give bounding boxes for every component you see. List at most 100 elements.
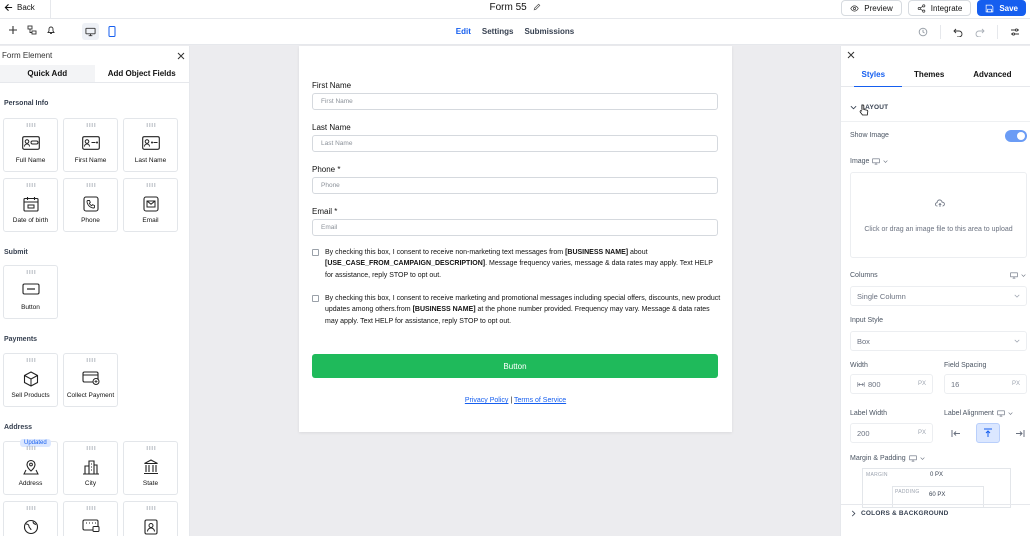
pencil-icon[interactable] xyxy=(533,3,541,11)
preview-button[interactable]: Preview xyxy=(841,0,902,16)
image-upload-dropzone[interactable]: Click or drag an image file to this area… xyxy=(850,172,1027,258)
element-postal-code[interactable] xyxy=(63,501,118,536)
save-button[interactable]: Save xyxy=(977,0,1026,16)
align-left-button[interactable] xyxy=(944,423,968,443)
close-icon[interactable] xyxy=(847,51,855,59)
layout-section-header[interactable]: LAYOUT xyxy=(850,104,888,111)
consent-non-marketing-checkbox[interactable] xyxy=(312,249,319,256)
element-address[interactable]: Updated Address xyxy=(3,439,58,495)
divider xyxy=(841,504,1030,505)
element-phone[interactable]: Phone xyxy=(63,178,118,232)
terms-of-service-link[interactable]: Terms of Service xyxy=(514,397,566,404)
mail-icon xyxy=(142,196,159,212)
undo-icon[interactable] xyxy=(953,27,963,37)
label-width-value: 200 xyxy=(857,428,870,438)
padding-title: PADDING xyxy=(895,489,920,495)
share-icon xyxy=(917,3,925,13)
show-image-label: Show Image xyxy=(850,132,889,139)
consent-non-marketing-text: By checking this box, I consent to recei… xyxy=(325,249,713,279)
label-width-input[interactable]: 200 PX xyxy=(850,423,933,443)
drag-handle-icon xyxy=(146,506,156,510)
element-date-of-birth[interactable]: Date of birth xyxy=(3,178,58,232)
panel-tabs: Quick Add Add Object Fields xyxy=(0,65,189,83)
contact-icon xyxy=(143,519,158,535)
close-icon[interactable] xyxy=(177,52,185,60)
element-collect-payment[interactable]: Collect Payment xyxy=(63,353,118,407)
phone-input[interactable]: Phone xyxy=(312,177,718,194)
box-icon xyxy=(23,371,38,387)
first-name-input[interactable]: First Name xyxy=(312,93,718,110)
align-top-icon xyxy=(984,428,992,437)
tab-submissions[interactable]: Submissions xyxy=(524,27,574,36)
element-last-name[interactable]: Last Name xyxy=(123,118,178,172)
monitor-icon[interactable] xyxy=(908,455,917,462)
element-label: Date of birth xyxy=(12,217,49,224)
field-spacing-input[interactable]: 16 PX xyxy=(944,374,1027,394)
consent-marketing: By checking this box, I consent to recei… xyxy=(312,293,722,327)
drag-handle-icon xyxy=(146,123,156,127)
monitor-icon[interactable] xyxy=(997,410,1005,417)
width-value: 800 xyxy=(868,379,881,389)
redo-icon[interactable] xyxy=(975,27,985,37)
form-canvas: First Name First Name Last Name Last Nam… xyxy=(299,46,732,432)
tab-add-object-fields[interactable]: Add Object Fields xyxy=(94,65,189,82)
columns-select[interactable]: Single Column xyxy=(850,286,1027,306)
element-button[interactable]: Button xyxy=(3,265,58,319)
footer-links: Privacy Policy | Terms of Service xyxy=(299,397,732,404)
padding-value[interactable]: 60 PX xyxy=(929,492,945,498)
tab-quick-add[interactable]: Quick Add xyxy=(0,65,95,82)
chevron-down-icon[interactable] xyxy=(920,456,925,461)
tab-themes[interactable]: Themes xyxy=(914,70,944,79)
sliders-icon[interactable] xyxy=(1010,27,1020,37)
drag-handle-icon xyxy=(26,506,36,510)
chevron-down-icon xyxy=(850,105,857,110)
element-state[interactable]: State xyxy=(123,441,178,495)
align-left-icon xyxy=(951,429,960,437)
email-input[interactable]: Email xyxy=(312,219,718,236)
integrate-button[interactable]: Integrate xyxy=(907,0,972,16)
section-personal-info: Personal Info xyxy=(4,100,49,107)
element-sell-products[interactable]: Sell Products xyxy=(3,353,58,407)
id-card-icon xyxy=(141,136,160,150)
tab-advanced[interactable]: Advanced xyxy=(973,70,1011,79)
align-top-button[interactable] xyxy=(976,423,1000,443)
chevron-down-icon[interactable] xyxy=(883,159,889,164)
drag-handle-icon xyxy=(26,123,36,127)
preview-label: Preview xyxy=(864,3,893,13)
monitor-icon[interactable] xyxy=(872,158,881,165)
calendar-icon xyxy=(22,197,39,212)
element-full-name[interactable]: Full Name xyxy=(3,118,58,172)
topbar-actions: Preview Integrate Save xyxy=(841,0,1026,16)
tab-edit[interactable]: Edit xyxy=(456,27,471,36)
monitor-icon[interactable] xyxy=(1010,272,1018,279)
history-icon[interactable] xyxy=(918,27,928,37)
tab-settings[interactable]: Settings xyxy=(482,27,514,36)
element-profile-image[interactable] xyxy=(123,501,178,536)
input-style-value: Box xyxy=(857,336,870,346)
element-city[interactable]: City xyxy=(63,441,118,495)
privacy-policy-link[interactable]: Privacy Policy xyxy=(465,397,509,404)
width-input[interactable]: 800 PX xyxy=(850,374,933,394)
colors-background-section-header[interactable]: COLORS & BACKGROUND xyxy=(850,510,949,517)
consent-marketing-checkbox[interactable] xyxy=(312,295,319,302)
label-width-label: Label Width xyxy=(850,410,887,417)
align-right-button[interactable] xyxy=(1008,423,1030,443)
style-panel-tabs: Styles Themes Advanced xyxy=(841,70,1030,79)
element-label: Full Name xyxy=(15,157,46,164)
element-first-name[interactable]: First Name xyxy=(63,118,118,172)
chevron-down-icon[interactable] xyxy=(1008,411,1013,416)
element-email[interactable]: Email xyxy=(123,178,178,232)
chevron-down-icon[interactable] xyxy=(1021,273,1026,278)
save-label: Save xyxy=(999,3,1018,13)
element-country[interactable] xyxy=(3,501,58,536)
show-image-toggle[interactable] xyxy=(1005,130,1027,142)
editor-toolbar: Edit Settings Submissions xyxy=(0,19,1030,45)
submit-button[interactable]: Button xyxy=(312,354,718,378)
element-label: Last Name xyxy=(134,157,167,164)
input-style-select[interactable]: Box xyxy=(850,331,1027,351)
tab-styles[interactable]: Styles xyxy=(861,70,885,79)
upload-cloud-icon xyxy=(935,199,945,207)
width-unit: PX xyxy=(917,381,926,387)
last-name-input[interactable]: Last Name xyxy=(312,135,718,152)
margin-value[interactable]: 0 PX xyxy=(930,472,943,478)
